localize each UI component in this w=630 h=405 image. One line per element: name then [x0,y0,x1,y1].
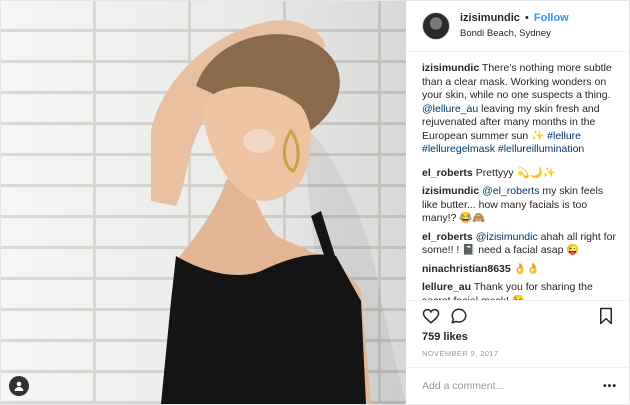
avatar[interactable] [422,12,450,40]
heart-icon[interactable] [420,305,442,327]
more-options-button[interactable]: ••• [603,380,617,392]
post-date[interactable]: NOVEMBER 9, 2017 [406,347,629,367]
caption-username[interactable]: izisimundic [422,62,479,74]
action-bar [406,300,629,331]
comment-username[interactable]: el_roberts [422,231,473,243]
comment-text: Prettyyy 💫🌙✨ [475,166,556,179]
comments-list: izisimundic There's nothing more subtle … [406,52,629,300]
heart-glyph-icon [422,308,440,324]
woman-portrait-illustration [151,20,406,404]
separator-dot: • [524,12,529,24]
post-header: izisimundic • Follow Bondi Beach, Sydney [406,1,629,52]
caption-mention[interactable]: @lellure_au [422,103,478,115]
comment-glyph-icon [451,308,467,324]
header-text: izisimundic • Follow Bondi Beach, Sydney [460,10,569,42]
username-row: izisimundic • Follow [460,10,569,26]
post-photo[interactable] [1,1,406,404]
comment-mention[interactable]: @el_roberts [482,185,539,197]
bookmark-icon[interactable] [595,305,617,327]
comment-item: ninachristian8635 👌👌 [422,263,617,277]
caption: izisimundic There's nothing more subtle … [422,62,617,157]
comment-item: izisimundic @el_roberts my skin feels li… [422,185,617,226]
comment-username[interactable]: el_roberts [422,167,473,179]
comment-text: 👌👌 [513,262,540,275]
person-tag-icon[interactable] [9,376,29,396]
comment-item: lellure_au Thank you for sharing the sec… [422,281,617,300]
post-author-username[interactable]: izisimundic [460,12,520,24]
instagram-post: izisimundic • Follow Bondi Beach, Sydney… [0,0,630,405]
follow-button[interactable]: Follow [534,12,569,24]
speech-bubble-icon[interactable] [448,305,470,327]
add-comment-input[interactable] [422,380,603,392]
person-glyph-icon [14,381,24,391]
location-link[interactable]: Bondi Beach, Sydney [460,26,569,42]
comment-username[interactable]: ninachristian8635 [422,263,511,275]
comment-mention[interactable]: @izisimundic [476,231,538,243]
comment-username[interactable]: lellure_au [422,281,471,293]
comment-item: el_roberts Prettyyy 💫🌙✨ [422,167,617,181]
comment-item: el_roberts @izisimundic ahah all right f… [422,231,617,258]
post-sidebar: izisimundic • Follow Bondi Beach, Sydney… [406,1,629,404]
bookmark-glyph-icon [600,307,612,325]
add-comment-bar: ••• [406,367,629,404]
likes-count[interactable]: 759 likes [406,331,629,347]
comment-username[interactable]: izisimundic [422,185,479,197]
